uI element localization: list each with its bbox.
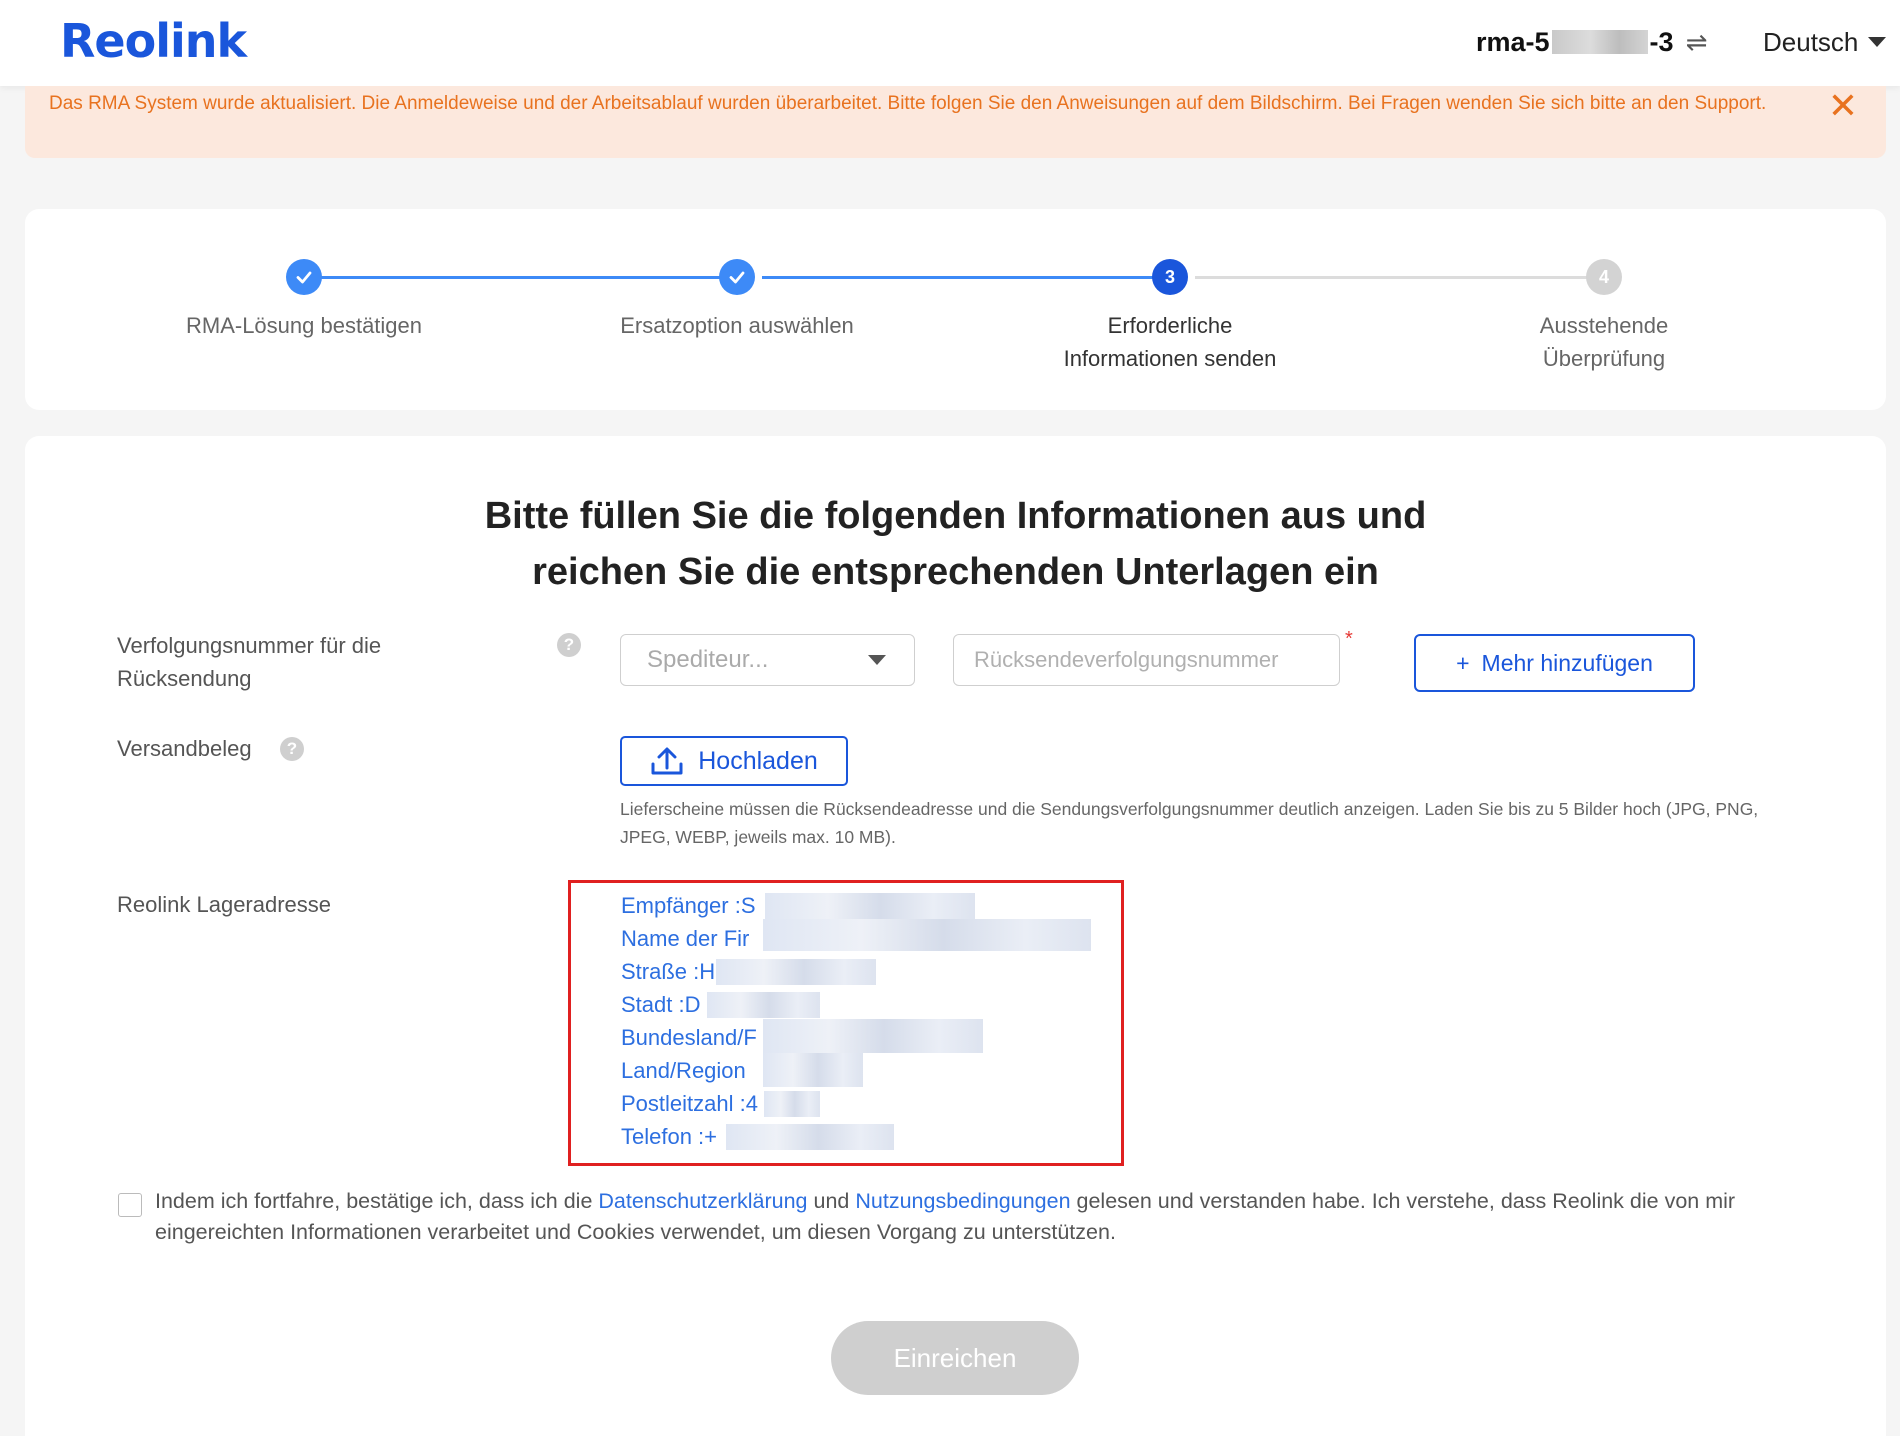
step-connector-1 xyxy=(305,276,745,279)
address-redaction xyxy=(763,919,1091,951)
consent-text-part-2: und xyxy=(807,1189,856,1213)
consent-text: Indem ich fortfahre, bestätige ich, dass… xyxy=(155,1186,1805,1248)
address-city: Stadt :D xyxy=(621,992,701,1017)
address-redaction xyxy=(763,1019,983,1053)
form-title-line-2: reichen Sie die entsprechenden Unterlage… xyxy=(532,551,1379,593)
address-redaction xyxy=(764,1091,820,1117)
tracking-number-label: Verfolgungsnummer für die Rücksendung xyxy=(117,629,381,695)
chevron-down-icon xyxy=(868,655,886,665)
tracking-number-input[interactable] xyxy=(953,634,1340,686)
step-2-label: Ersatzoption auswählen xyxy=(620,313,854,338)
address-recipient: Empfänger :S xyxy=(621,893,756,918)
return-info-form: Bitte füllen Sie die folgenden Informati… xyxy=(25,436,1886,1436)
address-street: Straße :H xyxy=(621,959,716,984)
tracking-help-icon[interactable]: ? xyxy=(557,633,581,657)
step-2-check-icon xyxy=(719,259,755,295)
address-phone: Telefon :+ xyxy=(621,1124,718,1149)
step-3-label: Erforderliche Informationen senden xyxy=(1063,313,1277,371)
address-redaction xyxy=(765,893,975,919)
language-selector[interactable]: Deutsch xyxy=(1763,22,1887,62)
step-4-label: Ausstehende Überprüfung xyxy=(1539,313,1669,371)
account-id-prefix: rma-5 xyxy=(1476,26,1550,57)
consent-text-part-1: Indem ich fortfahre, bestätige ich, dass… xyxy=(155,1189,599,1213)
form-title-line-1: Bitte füllen Sie die folgenden Informati… xyxy=(484,495,1427,537)
receipt-help-icon[interactable]: ? xyxy=(280,737,304,761)
account-switcher[interactable]: rma-5 -3 ⇌ xyxy=(1476,22,1707,62)
swap-icon[interactable]: ⇌ xyxy=(1686,27,1708,58)
address-redaction xyxy=(716,959,876,985)
tracking-label-line-1: Verfolgungsnummer für die xyxy=(117,633,382,658)
tracking-label-line-2: Rücksendung xyxy=(117,666,252,691)
step-1-check-icon xyxy=(286,259,322,295)
language-label: Deutsch xyxy=(1763,26,1859,57)
step-1-label: RMA-Lösung bestätigen xyxy=(185,313,423,338)
address-country: Land/Region xyxy=(621,1058,746,1083)
upload-label: Hochladen xyxy=(698,746,818,775)
step-connector-2 xyxy=(762,276,1178,279)
step-3-number: 3 xyxy=(1152,259,1188,295)
top-header: Reolink rma-5 -3 ⇌ Deutsch xyxy=(0,0,1900,86)
reolink-logo[interactable]: Reolink xyxy=(60,14,247,68)
address-company: Name der Fir xyxy=(621,926,750,951)
notice-text: Das RMA System wurde aktualisiert. Die A… xyxy=(49,93,1767,114)
address-postal-code: Postleitzahl :4 xyxy=(621,1091,758,1116)
system-update-notice: Das RMA System wurde aktualisiert. Die A… xyxy=(25,86,1886,158)
add-more-button[interactable]: + Mehr hinzufügen xyxy=(1414,634,1695,692)
privacy-policy-link[interactable]: Datenschutzerklärung xyxy=(598,1189,807,1213)
terms-of-use-link[interactable]: Nutzungsbedingungen xyxy=(855,1189,1070,1213)
submit-button[interactable]: Einreichen xyxy=(831,1321,1079,1395)
progress-steps: 3 4 RMA-Lösung bestätigen Ersatzoption a… xyxy=(25,209,1886,410)
step-4-number: 4 xyxy=(1586,259,1622,295)
plus-icon: + xyxy=(1456,649,1470,676)
carrier-select[interactable]: Spediteur... xyxy=(620,634,915,686)
consent-checkbox[interactable] xyxy=(118,1193,142,1217)
upload-button[interactable]: Hochladen xyxy=(620,736,848,786)
chevron-down-icon xyxy=(1868,37,1887,47)
account-id-suffix: -3 xyxy=(1649,26,1674,57)
close-icon[interactable]: ✕ xyxy=(1828,88,1858,124)
upload-hint: Lieferscheine müssen die Rücksendeadress… xyxy=(620,799,1759,847)
address-redaction xyxy=(726,1124,894,1150)
account-id-redaction xyxy=(1551,30,1648,54)
form-title: Bitte füllen Sie die folgenden Informati… xyxy=(25,488,1886,600)
address-redaction xyxy=(763,1053,863,1087)
warehouse-address-box: Empfänger :S Name der Fir Straße :H Stad… xyxy=(568,880,1124,1166)
step-connector-3 xyxy=(1195,276,1611,279)
address-redaction xyxy=(707,992,820,1018)
carrier-select-placeholder: Spediteur... xyxy=(647,646,769,673)
add-more-label: Mehr hinzufügen xyxy=(1481,649,1653,676)
warehouse-address-label: Reolink Lageradresse xyxy=(117,892,332,917)
shipping-receipt-label: Versandbeleg xyxy=(117,736,252,761)
upload-icon xyxy=(651,747,683,775)
required-marker: * xyxy=(1345,628,1353,650)
address-state: Bundesland/F xyxy=(621,1025,757,1050)
